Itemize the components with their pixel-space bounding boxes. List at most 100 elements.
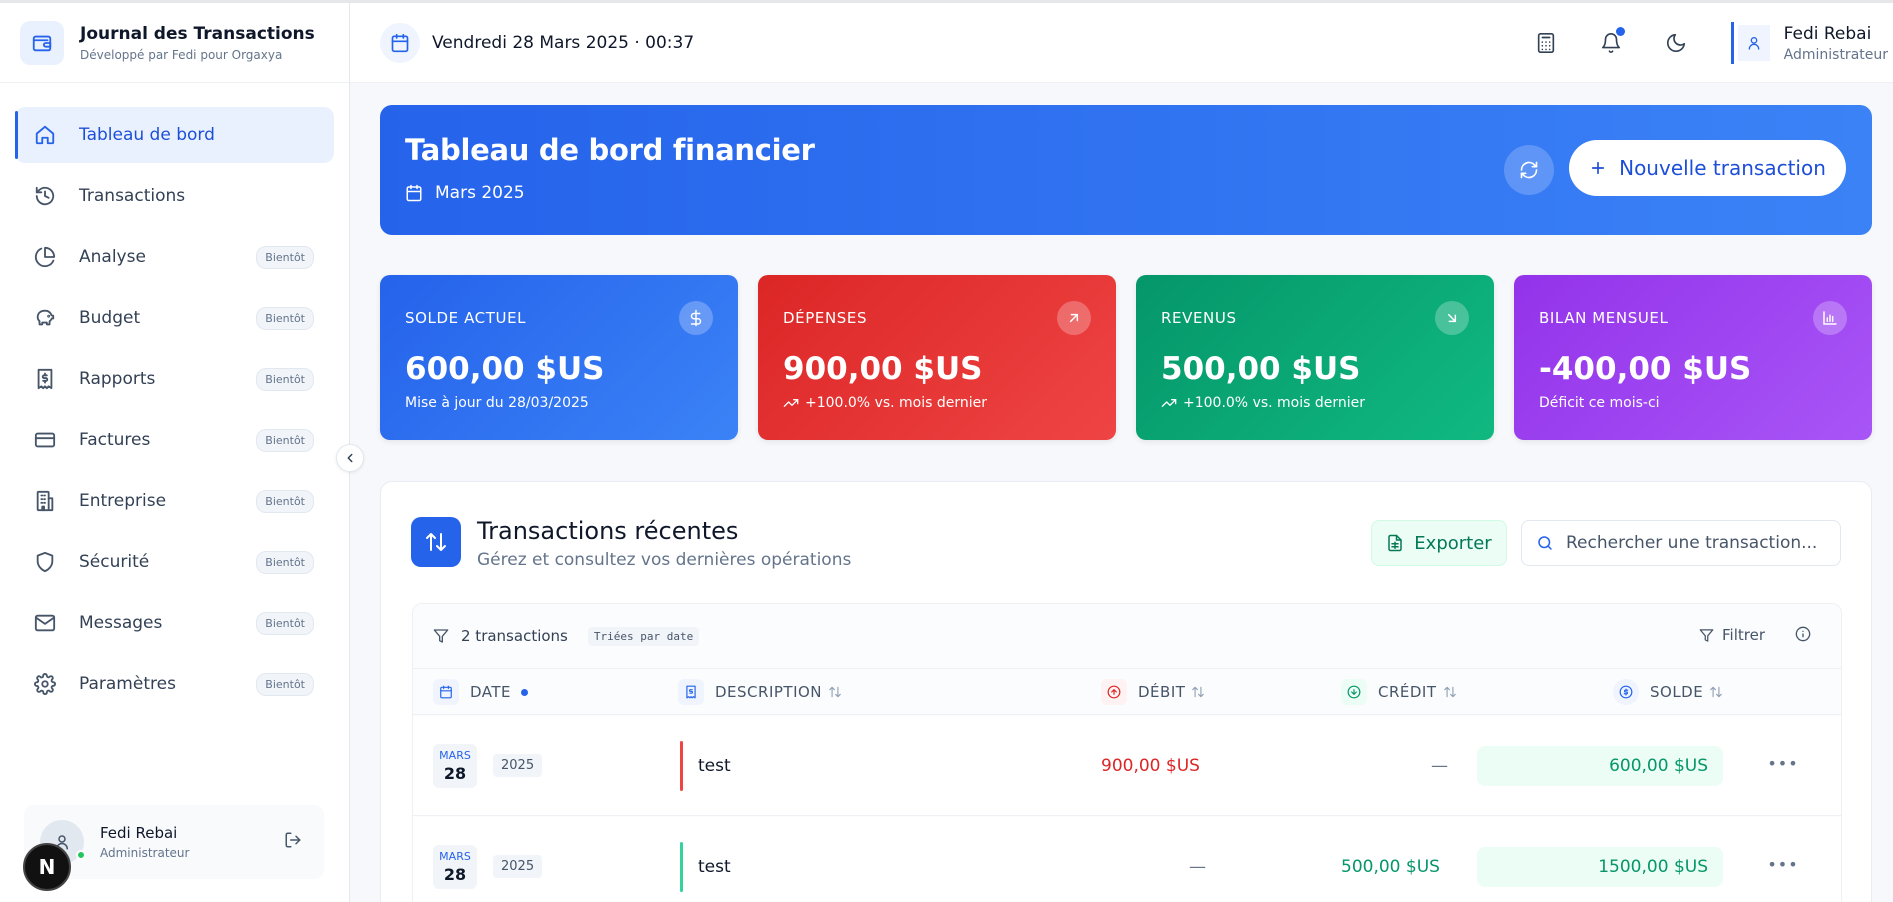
stat-label: SOLDE ACTUEL [405, 309, 527, 327]
sidebar-item-transactions[interactable]: Transactions [15, 168, 334, 224]
sidebar-item-parametres[interactable]: Paramètres Bientôt [15, 656, 334, 712]
sidebar-item-label: Analyse [79, 247, 146, 267]
soon-badge: Bientôt [256, 489, 314, 513]
sidebar-item-budget[interactable]: Budget Bientôt [15, 290, 334, 346]
notifications-button[interactable] [1591, 23, 1631, 63]
date-badge: MARS 28 [433, 845, 477, 889]
search-icon [1536, 534, 1554, 552]
stat-note: Mise à jour du 28/03/2025 [405, 395, 589, 411]
dollar-icon [679, 301, 713, 335]
sidebar-item-securite[interactable]: Sécurité Bientôt [15, 534, 334, 590]
calendar-icon [433, 679, 459, 705]
bar-chart-icon [1813, 301, 1847, 335]
brand[interactable]: Journal des Transactions Développé par F… [0, 3, 349, 83]
soon-badge: Bientôt [256, 611, 314, 635]
transaction-balance: 1500,00 $US [1477, 847, 1723, 887]
user-icon [1737, 25, 1770, 61]
sidebar-item-dashboard[interactable]: Tableau de bord [15, 107, 334, 163]
dark-mode-toggle[interactable] [1656, 23, 1696, 63]
refresh-button[interactable] [1504, 145, 1554, 195]
sidebar-item-analyse[interactable]: Analyse Bientôt [15, 229, 334, 285]
column-label: CRÉDIT [1378, 683, 1437, 701]
sidebar-item-label: Sécurité [79, 552, 150, 572]
filter-icon [433, 628, 449, 644]
filter-button[interactable]: Filtrer [1699, 626, 1765, 644]
calculator-icon [1537, 33, 1554, 53]
transaction-count: 2 transactions [461, 627, 568, 645]
notification-dot [1615, 27, 1625, 36]
building-icon [33, 489, 57, 513]
calculator-button[interactable] [1526, 23, 1566, 63]
sort-badge: Triées par date [587, 626, 700, 646]
sort-icon [828, 685, 842, 699]
more-options-icon[interactable]: ••• [1767, 754, 1798, 773]
stat-note: Déficit ce mois-ci [1539, 395, 1660, 411]
column-header-balance[interactable]: SOLDE [1613, 669, 1723, 715]
transactions-table: 2 transactions Triées par date Filtrer D… [412, 603, 1842, 902]
stat-note: +100.0% vs. mois dernier [1161, 395, 1365, 411]
new-transaction-button[interactable]: Nouvelle transaction [1569, 140, 1846, 196]
piggy-bank-icon [33, 306, 57, 330]
calendar-icon [380, 22, 420, 63]
column-label: DATE [470, 683, 512, 701]
type-indicator [680, 741, 683, 791]
soon-badge: Bientôt [256, 672, 314, 696]
sidebar-item-label: Rapports [79, 369, 156, 389]
sidebar-item-rapports[interactable]: Rapports Bientôt [15, 351, 334, 407]
sort-icon [1191, 685, 1205, 699]
filter-label: Filtrer [1722, 626, 1765, 644]
date-year: 2025 [493, 855, 543, 878]
sidebar-item-label: Factures [79, 430, 151, 450]
pie-chart-icon [33, 245, 57, 269]
arrow-down-right-icon [1435, 301, 1469, 335]
transaction-debit: — [1189, 857, 1206, 877]
column-label: DESCRIPTION [715, 683, 823, 701]
section-title: Transactions récentes [477, 517, 739, 545]
column-header-date[interactable]: DATE [433, 669, 529, 715]
export-button[interactable]: Exporter [1371, 520, 1507, 566]
transaction-debit: 900,00 $US [1101, 756, 1200, 776]
sidebar-item-factures[interactable]: Factures Bientôt [15, 412, 334, 468]
gear-icon [33, 672, 57, 696]
sidebar-item-entreprise[interactable]: Entreprise Bientôt [15, 473, 334, 529]
more-options-icon[interactable]: ••• [1767, 855, 1798, 874]
stat-value: 900,00 $US [783, 351, 983, 387]
soon-badge: Bientôt [256, 367, 314, 391]
sidebar-item-messages[interactable]: Messages Bientôt [15, 595, 334, 651]
table-row[interactable]: MARS 28 2025 test 900,00 $US — 600,00 $U… [413, 716, 1841, 816]
table-header: DATE DESCRIPTION DÉBIT CRÉDIT SOLDE [413, 669, 1841, 715]
receipt-icon [33, 367, 57, 391]
moon-icon [1666, 33, 1685, 53]
period-label: Mars 2025 [405, 183, 525, 203]
logout-icon[interactable] [284, 831, 302, 853]
refresh-icon [1520, 161, 1538, 179]
column-header-credit[interactable]: CRÉDIT [1341, 669, 1457, 715]
stat-value: -400,00 $US [1539, 351, 1752, 387]
chevron-left-icon [347, 453, 353, 463]
column-header-debit[interactable]: DÉBIT [1101, 669, 1205, 715]
sidebar-item-label: Messages [79, 613, 163, 633]
dev-tools-badge[interactable]: N [23, 843, 71, 891]
stat-label: REVENUS [1161, 309, 1237, 327]
column-header-description[interactable]: DESCRIPTION [678, 669, 842, 715]
app-subtitle: Développé par Fedi pour Orgaxya [80, 47, 283, 62]
transaction-credit: 500,00 $US [1341, 857, 1440, 877]
header-user-role: Administrateur [1783, 46, 1888, 63]
sidebar-item-label: Tableau de bord [79, 125, 215, 145]
dashboard-hero: Tableau de bord financier Mars 2025 Nouv… [380, 105, 1872, 235]
stat-value: 500,00 $US [1161, 351, 1361, 387]
info-button[interactable] [1795, 626, 1811, 642]
search-input[interactable] [1566, 533, 1826, 553]
soon-badge: Bientôt [256, 550, 314, 574]
collapse-sidebar-button[interactable] [336, 444, 364, 472]
sidebar-nav: Tableau de bord Transactions Analyse Bie… [0, 83, 349, 712]
header-user-menu[interactable]: Fedi Rebai Administrateur [1730, 22, 1888, 64]
sort-icon [1709, 685, 1723, 699]
stat-label: BILAN MENSUEL [1539, 309, 1669, 327]
date-month: MARS [439, 850, 471, 863]
calendar-icon [405, 184, 423, 202]
table-row[interactable]: MARS 28 2025 test — 500,00 $US 1500,00 $… [413, 817, 1841, 902]
date-day: 28 [443, 865, 467, 884]
search-field[interactable] [1521, 520, 1841, 566]
export-label: Exporter [1414, 532, 1492, 554]
